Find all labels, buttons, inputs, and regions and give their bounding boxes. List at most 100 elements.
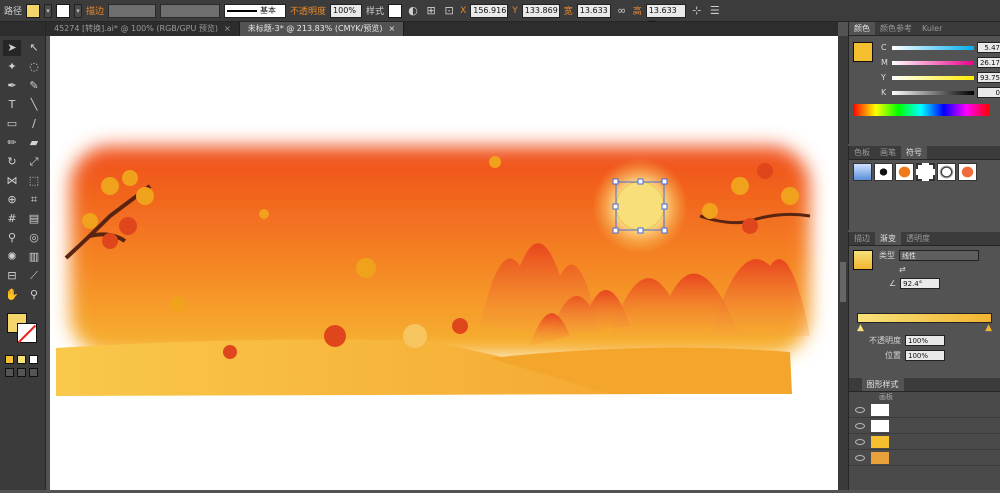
rectangle-tool-icon[interactable]: ▭ (3, 116, 21, 132)
y-field[interactable]: 133.869 (521, 3, 560, 18)
slider-cyan[interactable]: C5.47% (877, 40, 1000, 55)
free-transform-tool-icon[interactable]: ⬚ (25, 173, 43, 189)
symbol-item[interactable] (874, 163, 893, 181)
visibility-eye-icon[interactable] (855, 422, 865, 429)
pencil-tool-icon[interactable]: ✏ (3, 135, 21, 151)
tab-symbols[interactable]: 符号 (901, 146, 927, 159)
gradient-type-select[interactable]: 线性 (899, 250, 979, 261)
panel-menu-icon[interactable]: ☰ (708, 4, 722, 18)
paintbrush-tool-icon[interactable]: ∕ (25, 116, 43, 132)
tab-stroke[interactable]: 描边 (849, 232, 875, 245)
lasso-tool-icon[interactable]: ◌ (25, 59, 43, 75)
gradient-stop-start[interactable]: ▲ (857, 323, 864, 333)
shape-builder-tool-icon[interactable]: ⊕ (3, 192, 21, 208)
fill-stroke-widget[interactable] (3, 311, 42, 351)
fill-swatch[interactable] (26, 3, 41, 18)
draw-inside-icon[interactable] (29, 368, 38, 377)
document-tab-2[interactable]: 未标题-3* @ 213.83% (CMYK/预览) × (239, 22, 405, 36)
close-icon[interactable]: × (224, 22, 231, 36)
graph-tool-icon[interactable]: ▥ (25, 249, 43, 265)
tab-gradient[interactable]: 渐变 (875, 232, 901, 245)
gradient-position-field[interactable]: 100% (905, 350, 945, 361)
hand-tool-icon[interactable]: ✋ (3, 287, 21, 303)
height-field[interactable]: 13.633 m (645, 3, 686, 27)
layer-row[interactable] (849, 402, 1000, 418)
stroke-dropdown-icon[interactable]: ▾ (74, 3, 83, 18)
artboard-subtab[interactable]: 画板 (849, 392, 1000, 402)
layer-row[interactable] (849, 434, 1000, 450)
x-field[interactable]: 156.916 (470, 3, 509, 18)
direct-selection-tool-icon[interactable]: ↖ (25, 40, 43, 56)
document-tab-1[interactable]: 45274 [转换].ai* @ 100% (RGB/GPU 预览) × (46, 22, 240, 36)
tab-kuler[interactable]: Kuler (917, 22, 947, 35)
fill-dropdown-icon[interactable]: ▾ (44, 3, 53, 18)
visibility-eye-icon[interactable] (855, 454, 865, 461)
transform-icon[interactable]: ⊡ (442, 4, 456, 18)
zoom-tool-icon[interactable]: ⚲ (25, 287, 43, 303)
layer-row[interactable] (849, 450, 1000, 466)
none-mode-button[interactable] (29, 355, 38, 364)
color-spectrum[interactable] (853, 104, 989, 116)
artboard-tool-icon[interactable]: ⊟ (3, 268, 21, 284)
slider-magenta[interactable]: M26.17% (877, 55, 1000, 70)
opacity-field[interactable]: 100% (330, 3, 363, 18)
perspective-grid-tool-icon[interactable]: ⌗ (25, 192, 43, 208)
eraser-tool-icon[interactable]: ▰ (25, 135, 43, 151)
symbol-item[interactable] (895, 163, 914, 181)
tab-brushes[interactable]: 画笔 (875, 146, 901, 159)
transform-menu-icon[interactable]: ⊹ (690, 4, 704, 18)
draw-normal-icon[interactable] (5, 368, 14, 377)
slice-tool-icon[interactable]: ⟋ (25, 268, 43, 284)
line-tool-icon[interactable]: ╲ (25, 97, 43, 113)
eyedropper-tool-icon[interactable]: ⚲ (3, 230, 21, 246)
symbol-item[interactable] (916, 163, 935, 181)
tab-collapsed[interactable] (849, 378, 862, 391)
layer-row[interactable] (849, 418, 1000, 434)
stroke-color-box[interactable] (17, 323, 37, 343)
reverse-gradient-icon[interactable]: ⇄ (899, 265, 906, 274)
slider-yellow[interactable]: Y93.75% (877, 70, 1000, 85)
active-color-swatch[interactable] (853, 42, 873, 62)
tab-graphic-styles[interactable]: 图形样式 (861, 378, 904, 391)
variable-width-profile[interactable] (160, 3, 221, 18)
artboard[interactable] (50, 36, 838, 490)
stroke-label[interactable]: 描边 (86, 4, 104, 17)
tab-color-guide[interactable]: 颜色参考 (875, 22, 917, 35)
pen-tool-icon[interactable]: ✒ (3, 78, 21, 94)
gradient-preview-swatch[interactable] (853, 250, 873, 270)
magic-wand-tool-icon[interactable]: ✦ (3, 59, 21, 75)
recolor-icon[interactable]: ◐ (406, 4, 420, 18)
tab-transparency[interactable]: 透明度 (901, 232, 935, 245)
style-swatch[interactable] (388, 3, 403, 18)
draw-behind-icon[interactable] (17, 368, 26, 377)
width-field[interactable]: 13.633 (576, 3, 611, 18)
brush-definition[interactable]: 基本 (224, 3, 287, 18)
slider-black[interactable]: K0% (877, 85, 1000, 100)
symbol-item[interactable] (853, 163, 872, 181)
visibility-eye-icon[interactable] (855, 438, 865, 445)
opacity-label[interactable]: 不透明度 (290, 4, 326, 17)
visibility-eye-icon[interactable] (855, 406, 865, 413)
moon[interactable] (615, 181, 665, 231)
align-icon[interactable]: ⊞ (424, 4, 438, 18)
width-tool-icon[interactable]: ⋈ (3, 173, 21, 189)
selection-tool-icon[interactable]: ➤ (3, 40, 21, 56)
canvas-area[interactable] (46, 36, 838, 490)
link-icon[interactable]: ∞ (615, 4, 629, 18)
scroll-thumb[interactable] (840, 262, 846, 302)
curvature-tool-icon[interactable]: ✎ (25, 78, 43, 94)
stroke-weight-field[interactable] (108, 3, 157, 18)
color-mode-button[interactable] (5, 355, 14, 364)
vertical-scrollbar[interactable] (838, 36, 848, 490)
close-icon[interactable]: × (388, 22, 395, 36)
gradient-mode-button[interactable] (17, 355, 26, 364)
blend-tool-icon[interactable]: ◎ (25, 230, 43, 246)
gradient-angle-field[interactable]: 92.4° (900, 278, 941, 289)
tab-color[interactable]: 颜色 (849, 22, 875, 35)
symbol-sprayer-tool-icon[interactable]: ✺ (3, 249, 21, 265)
scale-tool-icon[interactable]: ⤢ (25, 154, 43, 170)
rotate-tool-icon[interactable]: ↻ (3, 154, 21, 170)
gradient-tool-icon[interactable]: ▤ (25, 211, 43, 227)
tab-swatches[interactable]: 色板 (849, 146, 875, 159)
symbol-item[interactable] (937, 163, 956, 181)
